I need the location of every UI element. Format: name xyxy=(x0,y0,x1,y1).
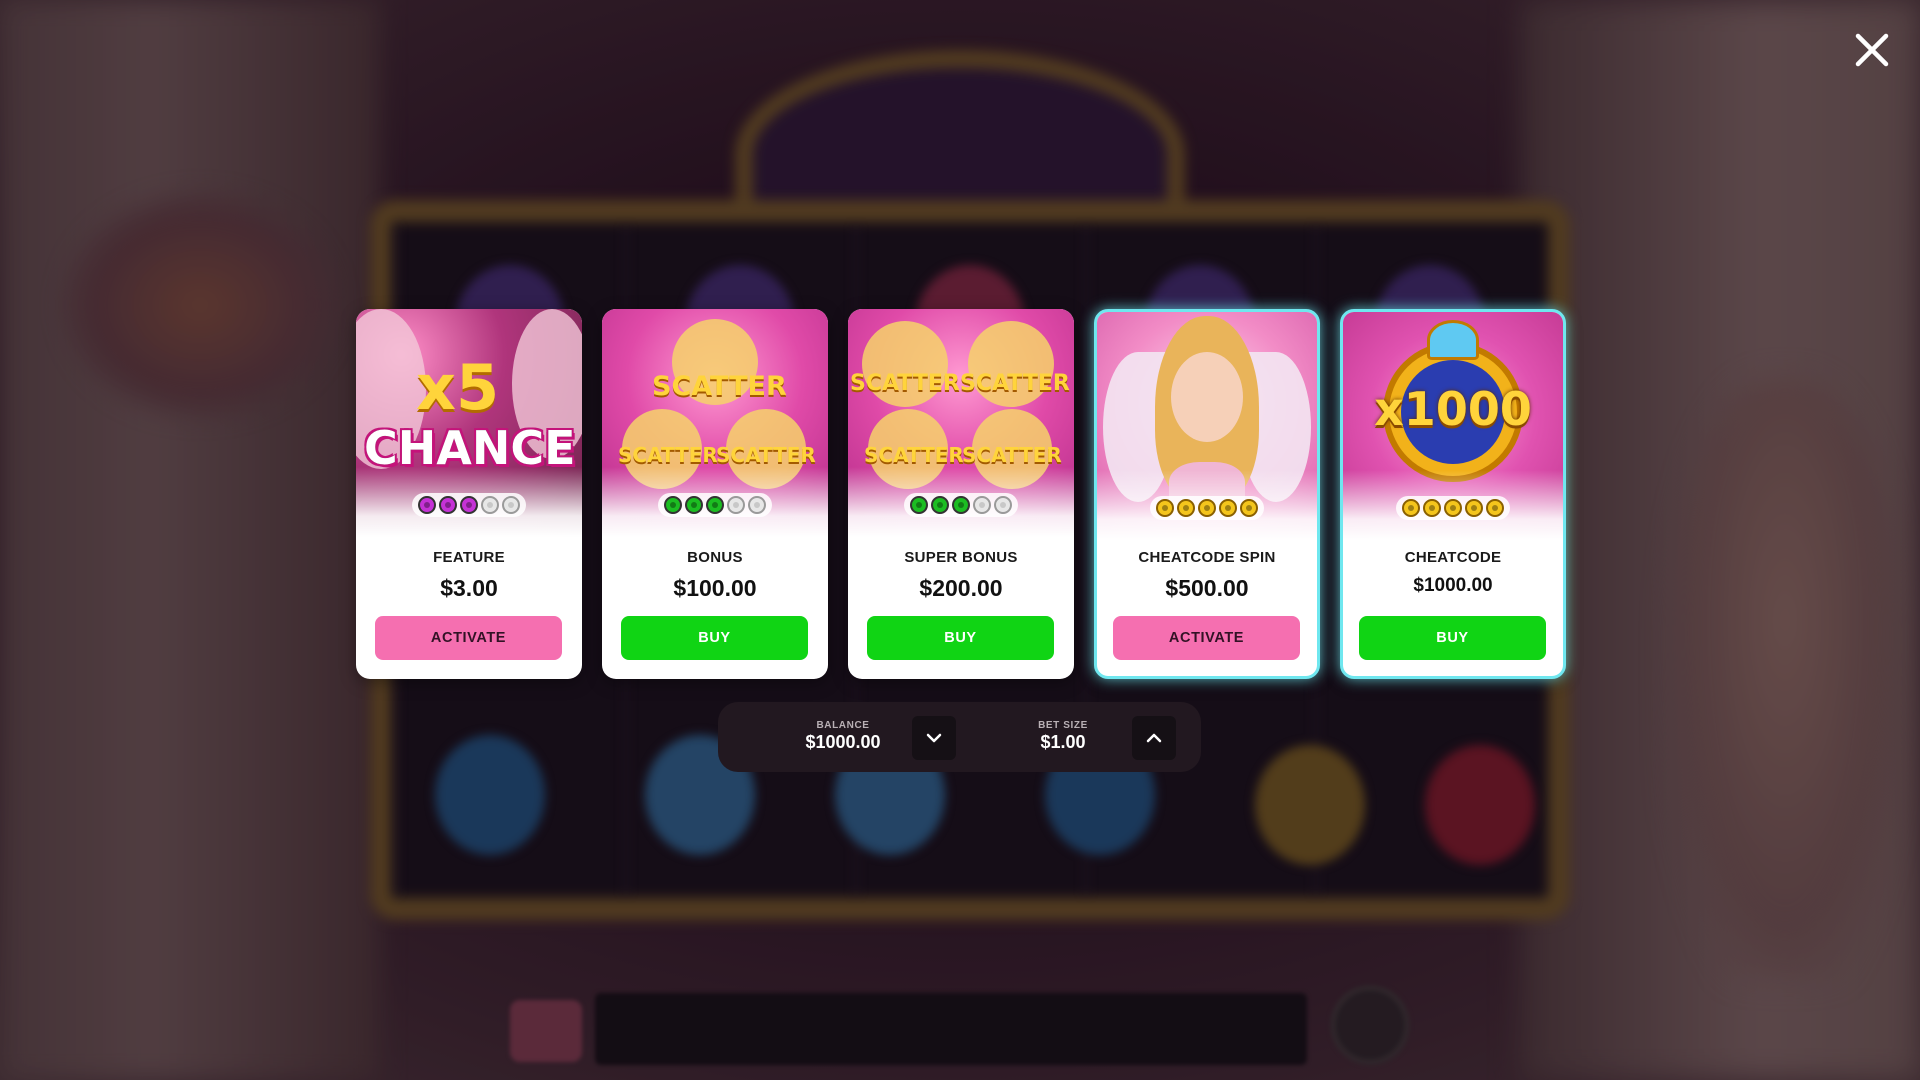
card-price: $100.00 xyxy=(673,575,757,601)
activate-button[interactable]: ACTIVATE xyxy=(375,616,562,660)
card-price: $1000.00 xyxy=(1413,575,1493,596)
super-bonus-card-art: SCATTER SCATTER SCATTER SCATTER xyxy=(848,309,1074,537)
cheatcode-card-art: x1000 xyxy=(1343,312,1563,540)
activate-button[interactable]: ACTIVATE xyxy=(1113,616,1300,660)
feature-card: x5 CHANCE FEATURE $3.00 ACTIVATE xyxy=(356,309,582,679)
card-price: $3.00 xyxy=(440,575,498,601)
card-price: $200.00 xyxy=(919,575,1003,601)
rarity-dots xyxy=(1150,496,1264,520)
feature-card-art: x5 CHANCE xyxy=(356,309,582,537)
card-title: CHEATCODE xyxy=(1404,549,1502,566)
cheatcode-spin-card: CHEATCODE SPIN $500.00 ACTIVATE xyxy=(1094,309,1320,679)
rarity-dots xyxy=(412,493,526,517)
card-price: $500.00 xyxy=(1165,575,1249,601)
bonus-card: SCATTER SCATTER SCATTER BONUS $100.00 BU… xyxy=(602,309,828,679)
buy-button[interactable]: BUY xyxy=(867,616,1054,660)
card-title: SUPER BONUS xyxy=(904,549,1018,566)
balance-value: $1000.00 xyxy=(805,732,881,752)
buy-button[interactable]: BUY xyxy=(621,616,808,660)
card-title: BONUS xyxy=(687,549,743,566)
card-title: FEATURE xyxy=(433,549,505,566)
bet-size-label: BET SIZE xyxy=(1038,720,1088,731)
bet-increase-button[interactable] xyxy=(1132,716,1176,760)
close-button[interactable] xyxy=(1852,30,1892,70)
chevron-down-icon xyxy=(926,733,942,743)
rarity-dots xyxy=(904,493,1018,517)
chevron-up-icon xyxy=(1146,733,1162,743)
rarity-dots xyxy=(1396,496,1510,520)
balance-label: BALANCE xyxy=(816,720,870,731)
close-icon xyxy=(1855,33,1889,67)
card-title: CHEATCODE SPIN xyxy=(1138,549,1276,566)
buy-button[interactable]: BUY xyxy=(1359,616,1546,660)
bet-decrease-button[interactable] xyxy=(912,716,956,760)
bonus-card-art: SCATTER SCATTER SCATTER xyxy=(602,309,828,537)
bet-size-value: $1.00 xyxy=(1040,732,1086,752)
cheatcode-spin-card-art xyxy=(1097,312,1317,540)
bet-panel: BALANCE $1000.00 BET SIZE $1.00 xyxy=(718,702,1201,772)
rarity-dots xyxy=(658,493,772,517)
super-bonus-card: SCATTER SCATTER SCATTER SCATTER SUPER BO… xyxy=(848,309,1074,679)
cheatcode-card: x1000 CHEATCODE $1000.00 BUY xyxy=(1340,309,1566,679)
